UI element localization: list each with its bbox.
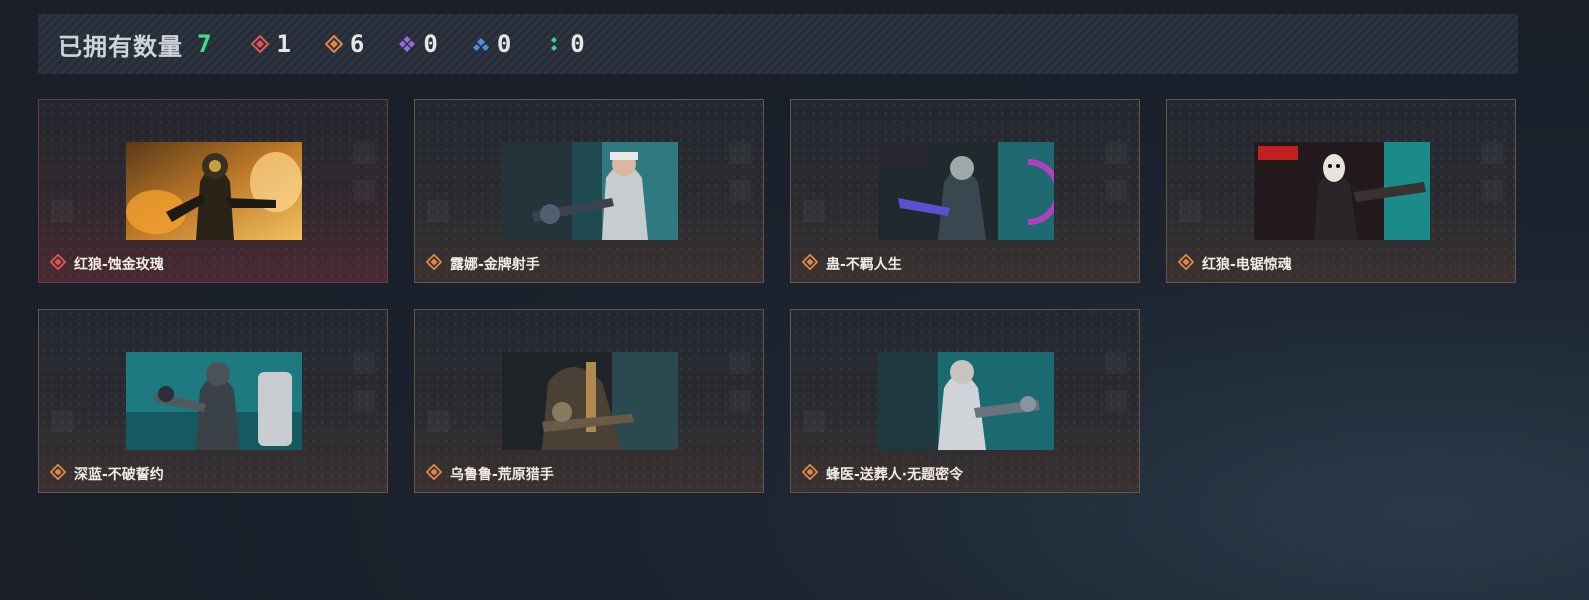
- blue-rarity-stat: 0: [472, 30, 511, 58]
- skin-thumbnail: [502, 352, 678, 450]
- skin-name-label: 红狼-蚀金玫瑰: [74, 257, 164, 273]
- orange-diamond-icon: [1177, 253, 1195, 274]
- purple-diamond-icon: [398, 35, 416, 53]
- orange-rarity-count: 6: [349, 30, 365, 58]
- orange-rarity-stat: 6: [324, 30, 365, 58]
- blue-rarity-count: 0: [496, 30, 512, 58]
- skin-thumbnail: [878, 352, 1054, 450]
- skin-name-label: 露娜-金牌射手: [450, 257, 540, 273]
- red-rarity-count: 1: [276, 30, 291, 58]
- green-rarity-count: 0: [570, 30, 585, 58]
- owned-count-bar: 已拥有数量 7 1 6 0 0 0: [38, 14, 1518, 74]
- red-diamond-icon: [49, 253, 67, 274]
- skin-card-red-wolf-eclipse-rose[interactable]: 红狼-蚀金玫瑰: [38, 99, 388, 283]
- skin-name: 红狼-蚀金玫瑰: [49, 253, 164, 274]
- skin-card-red-wolf-saw[interactable]: 红狼-电锯惊魂: [1166, 99, 1516, 283]
- orange-diamond-icon: [801, 253, 819, 274]
- skin-name-label: 深蓝-不破誓约: [74, 467, 164, 483]
- skin-card-deep-blue-unbroken-oath[interactable]: 深蓝-不破誓约: [38, 309, 388, 493]
- red-rarity-stat: 1: [251, 30, 291, 58]
- skin-card-luna-gold-medal-archer[interactable]: 露娜-金牌射手: [414, 99, 764, 283]
- skin-name-label: 红狼-电锯惊魂: [1202, 257, 1292, 273]
- green-rarity-stat: 0: [545, 30, 585, 58]
- skin-thumbnail: [878, 142, 1054, 240]
- skin-name-label: 乌鲁鲁-荒原猎手: [450, 467, 554, 483]
- orange-diamond-icon: [801, 463, 819, 484]
- skin-name-label: 蜂医-送葬人·无题密令: [826, 467, 964, 483]
- skin-thumbnail: [502, 142, 678, 240]
- orange-diamond-icon: [425, 253, 443, 274]
- owned-count-title: 已拥有数量: [58, 32, 183, 61]
- purple-rarity-stat: 0: [398, 30, 438, 58]
- skin-thumbnail: [126, 352, 302, 450]
- skin-name: 蛊-不羁人生: [801, 253, 902, 274]
- red-diamond-icon: [251, 35, 270, 53]
- skin-name: 深蓝-不破誓约: [49, 463, 164, 484]
- green-dots-icon: [545, 35, 563, 53]
- skin-name: 蜂医-送葬人·无题密令: [801, 463, 964, 484]
- skin-card-gu-unbridled-life[interactable]: 蛊-不羁人生: [790, 99, 1140, 283]
- skin-name: 露娜-金牌射手: [425, 253, 540, 274]
- orange-diamond-icon: [324, 35, 343, 53]
- skin-name-label: 蛊-不羁人生: [826, 257, 902, 273]
- blue-diamond-icon: [472, 35, 490, 53]
- orange-diamond-icon: [49, 463, 67, 484]
- skin-name: 乌鲁鲁-荒原猎手: [425, 463, 554, 484]
- orange-diamond-icon: [425, 463, 443, 484]
- owned-total-count: 7: [197, 30, 212, 58]
- skin-card-medic-undertaker-untitled-order[interactable]: 蜂医-送葬人·无题密令: [790, 309, 1140, 493]
- skin-thumbnail: [126, 142, 302, 240]
- purple-rarity-count: 0: [423, 30, 438, 58]
- skin-card-uluru-wasteland-hunter[interactable]: 乌鲁鲁-荒原猎手: [414, 309, 764, 493]
- skin-thumbnail: [1254, 142, 1430, 240]
- skin-name: 红狼-电锯惊魂: [1177, 253, 1292, 274]
